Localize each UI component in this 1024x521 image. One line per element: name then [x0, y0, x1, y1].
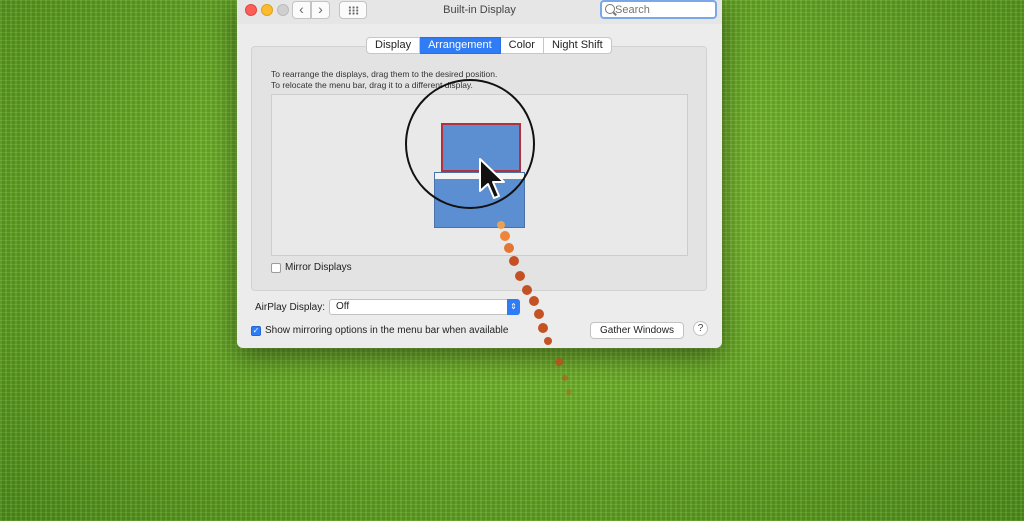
airplay-display-select[interactable]: Off ⇕: [329, 299, 520, 315]
help-button[interactable]: ?: [693, 321, 708, 336]
instruction-text-1: To rearrange the displays, drag them to …: [271, 69, 498, 79]
show-mirroring-checkbox[interactable]: ✓: [251, 325, 261, 336]
search-icon: [605, 4, 615, 14]
airplay-display-label: AirPlay Display:: [255, 302, 326, 313]
search-input[interactable]: [615, 2, 713, 17]
mirror-displays-label: Mirror Displays: [285, 262, 352, 273]
mouse-pointer-icon: [479, 158, 505, 199]
show-mirroring-label: Show mirroring options in the menu bar w…: [265, 325, 509, 336]
magnifier-circle: [405, 79, 535, 209]
tab-arrangement[interactable]: Arrangement: [420, 37, 501, 54]
gather-windows-button[interactable]: Gather Windows: [590, 322, 684, 339]
search-field[interactable]: [600, 0, 717, 19]
tab-night-shift[interactable]: Night Shift: [543, 37, 612, 54]
airplay-display-value: Off: [336, 301, 350, 312]
title-bar[interactable]: ‹ › Built-in Display: [237, 0, 722, 24]
updown-arrows-icon: ⇕: [507, 299, 520, 315]
tab-color[interactable]: Color: [500, 37, 544, 54]
tab-display[interactable]: Display: [366, 37, 421, 54]
tab-bar: Display Arrangement Color Night Shift: [366, 37, 612, 54]
mirror-displays-option[interactable]: Mirror Displays: [271, 262, 352, 273]
show-mirroring-option[interactable]: ✓ Show mirroring options in the menu bar…: [251, 325, 508, 336]
mirror-displays-checkbox[interactable]: [271, 262, 281, 273]
